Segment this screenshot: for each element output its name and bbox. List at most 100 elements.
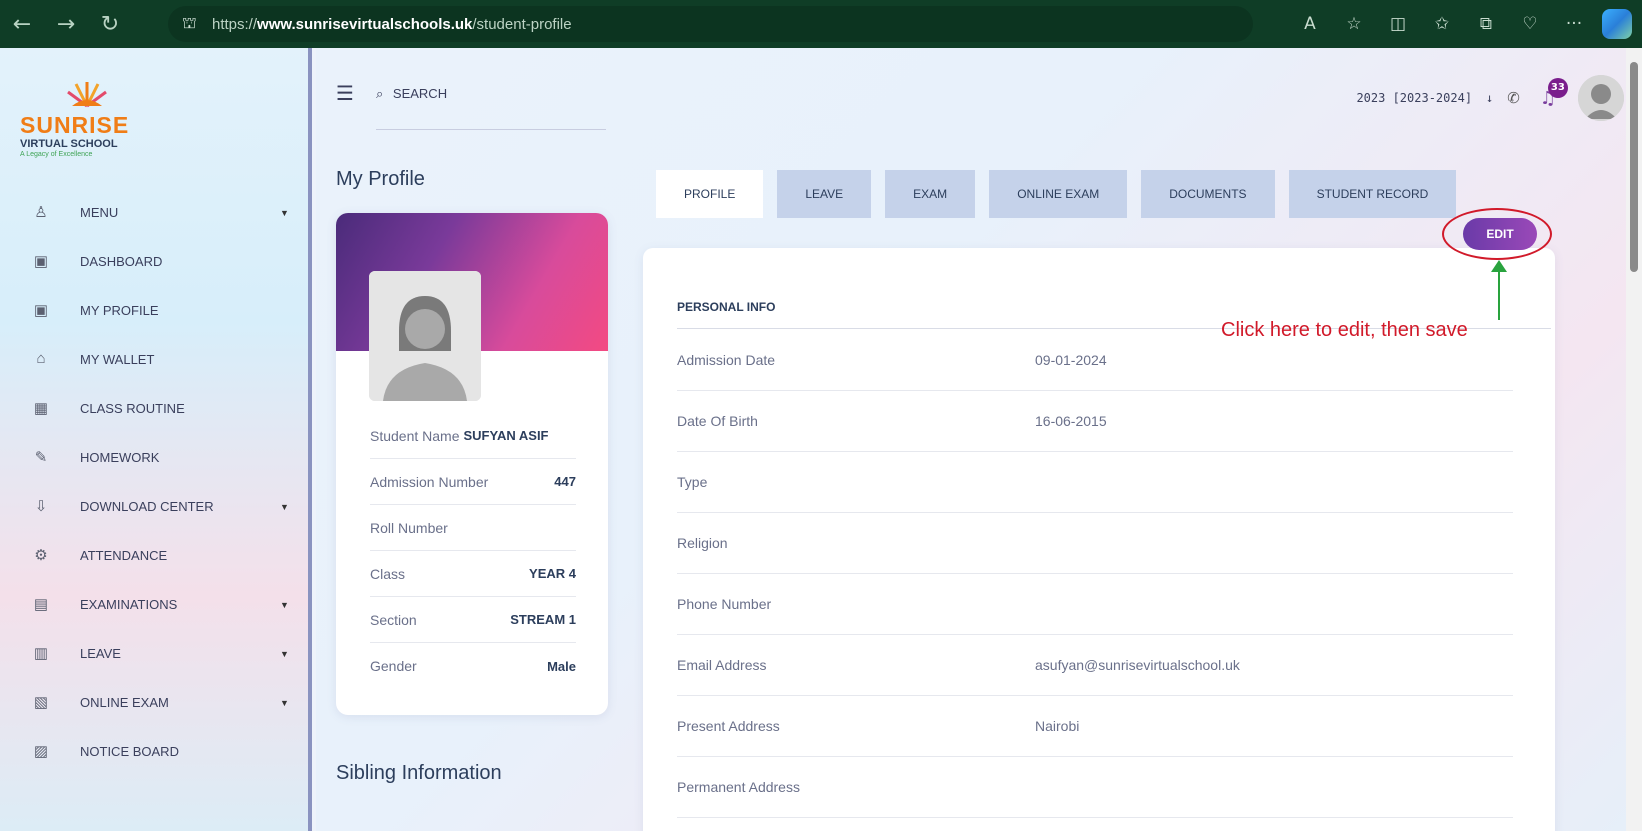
info-row-type: Type — [677, 452, 1513, 513]
sidebar-item-label: MY PROFILE — [80, 303, 159, 318]
info-label: Present Address — [677, 718, 780, 734]
scrollbar-thumb[interactable] — [1630, 62, 1638, 272]
sidebar-item-label: MENU — [80, 205, 119, 220]
refresh-icon[interactable]: ↻ — [88, 12, 132, 37]
lock-icon: ⛫ — [182, 15, 197, 32]
page-scrollbar[interactable] — [1626, 48, 1642, 831]
url-path: /student-profile — [472, 15, 572, 33]
academic-session-select[interactable]: 2023 [2023-2024] — [1356, 91, 1472, 105]
student-name-value: SUFYAN ASIF — [463, 428, 549, 443]
session-arrow-icon[interactable]: ↓ — [1486, 91, 1493, 105]
school-logo[interactable]: SUNRISE VIRTUAL SCHOOL A Legacy of Excel… — [20, 78, 160, 158]
student-silhouette-icon — [369, 271, 481, 401]
extensions-icon[interactable]: ♡ — [1508, 14, 1552, 34]
tab-documents[interactable]: DOCUMENTS — [1141, 170, 1275, 218]
annotation-text: Click here to edit, then save — [1221, 319, 1468, 341]
info-label: Phone Number — [677, 596, 772, 612]
user-avatar[interactable] — [1578, 75, 1624, 121]
sidebar-item-label: ATTENDANCE — [80, 548, 168, 563]
hamburger-menu-icon[interactable]: ☰ — [336, 81, 354, 105]
search-bar[interactable]: ⌕ SEARCH — [376, 86, 606, 130]
profile-tabs: PROFILE LEAVE EXAM ONLINE EXAM DOCUMENTS… — [656, 170, 1457, 218]
caret-down-icon: ▼ — [280, 207, 289, 218]
sidebar-item-label: ONLINE EXAM — [80, 695, 169, 710]
homework-icon: ✎ — [34, 448, 48, 466]
forward-icon[interactable]: → — [44, 12, 88, 37]
user-menu-icon: ♙ — [34, 203, 48, 221]
sidebar-item-class-routine[interactable]: ▦ CLASS ROUTINE — [0, 384, 312, 433]
gender-row: Gender Male — [370, 643, 576, 689]
favorites-icon[interactable]: ✩ — [1420, 14, 1464, 34]
logo-title: SUNRISE — [20, 112, 130, 138]
info-label: Date Of Birth — [677, 413, 758, 429]
info-row-phone-number: Phone Number — [677, 574, 1513, 635]
tab-student-record[interactable]: STUDENT RECORD — [1288, 170, 1457, 218]
notification-bell-icon[interactable]: ♫ 33 — [1540, 77, 1568, 109]
search-label: SEARCH — [392, 86, 448, 101]
sidebar-item-attendance[interactable]: ⚙ ATTENDANCE — [0, 531, 312, 580]
sidebar-item-my-profile[interactable]: ▣ MY PROFILE — [0, 286, 312, 335]
info-row-religion: Religion — [677, 513, 1513, 574]
sidebar-item-menu[interactable]: ♙ MENU ▼ — [0, 188, 312, 237]
address-bar[interactable]: ⛫ https://www.sunrisevirtualschools.uk/s… — [168, 6, 1253, 42]
sidebar-item-download-center[interactable]: ⇩ DOWNLOAD CENTER ▼ — [0, 482, 312, 531]
more-icon[interactable]: ··· — [1552, 14, 1596, 34]
info-label: Admission Date — [677, 352, 776, 368]
collections-icon[interactable]: ⧉ — [1464, 14, 1508, 34]
admission-number-value: 447 — [554, 474, 576, 489]
calendar-icon: ▦ — [33, 399, 49, 417]
attendance-icon: ⚙ — [34, 546, 48, 564]
sidebar-item-label: MY WALLET — [80, 352, 155, 367]
info-value: 16-06-2015 — [1035, 413, 1107, 429]
sidebar-item-notice-board[interactable]: ▨ NOTICE BOARD — [0, 727, 312, 776]
info-row-date-of-birth: Date Of Birth 16-06-2015 — [677, 391, 1513, 452]
sidebar-item-label: NOTICE BOARD — [80, 744, 179, 759]
sidebar-item-examinations[interactable]: ▤ EXAMINATIONS ▼ — [0, 580, 312, 629]
tab-online-exam[interactable]: ONLINE EXAM — [989, 170, 1128, 218]
split-screen-icon[interactable]: ◫ — [1376, 14, 1420, 34]
sidebar-item-label: DASHBOARD — [80, 254, 163, 269]
search-icon: ⌕ — [376, 86, 384, 101]
tab-profile[interactable]: PROFILE — [656, 170, 764, 218]
whatsapp-icon[interactable]: ✆ — [1507, 89, 1520, 107]
sidebar-item-dashboard[interactable]: ▣ DASHBOARD — [0, 237, 312, 286]
info-label: Religion — [677, 535, 728, 551]
sidebar-item-homework[interactable]: ✎ HOMEWORK — [0, 433, 312, 482]
online-exam-icon: ▧ — [33, 693, 49, 711]
gender-label: Gender — [370, 658, 417, 674]
sidebar-item-label: LEAVE — [80, 646, 121, 661]
logo-subtitle: VIRTUAL SCHOOL — [20, 138, 118, 150]
caret-down-icon: ▼ — [280, 697, 289, 708]
admission-number-row: Admission Number 447 — [370, 459, 576, 505]
sidebar-item-leave[interactable]: ▥ LEAVE ▼ — [0, 629, 312, 678]
section-value: STREAM 1 — [510, 612, 576, 627]
favorite-star-icon[interactable]: ☆ — [1332, 14, 1376, 34]
info-value: asufyan@sunrisevirtualschool.uk — [1035, 657, 1240, 673]
browser-toolbar: ← → ↻ ⛫ https://www.sunrisevirtualschool… — [0, 0, 1642, 48]
tab-leave[interactable]: LEAVE — [777, 170, 872, 218]
back-icon[interactable]: ← — [0, 12, 44, 37]
page-title: My Profile — [336, 168, 425, 190]
sidebar-item-my-wallet[interactable]: ⌂ MY WALLET — [0, 335, 312, 384]
copilot-icon[interactable] — [1602, 9, 1632, 39]
class-value: YEAR 4 — [529, 566, 576, 581]
profile-card: Student Name SUFYAN ASIF Admission Numbe… — [336, 213, 608, 715]
download-icon: ⇩ — [34, 497, 48, 515]
wallet-icon: ⌂ — [36, 349, 46, 367]
roll-number-row: Roll Number — [370, 505, 576, 551]
sidebar: SUNRISE VIRTUAL SCHOOL A Legacy of Excel… — [0, 48, 312, 831]
class-row: Class YEAR 4 — [370, 551, 576, 597]
tab-exam[interactable]: EXAM — [885, 170, 976, 218]
section-row: Section STREAM 1 — [370, 597, 576, 643]
read-aloud-icon[interactable]: A — [1288, 14, 1332, 34]
info-value: Nairobi — [1035, 718, 1080, 734]
sidebar-item-online-exam[interactable]: ▧ ONLINE EXAM ▼ — [0, 678, 312, 727]
annotation-circle — [1442, 208, 1552, 260]
info-label: Email Address — [677, 657, 767, 673]
caret-down-icon: ▼ — [280, 599, 289, 610]
caret-down-icon: ▼ — [280, 648, 289, 659]
info-row-email-address: Email Address asufyan@sunrisevirtualscho… — [677, 635, 1513, 696]
student-name-label: Student Name — [370, 427, 460, 444]
section-label: Section — [370, 611, 417, 628]
roll-number-label: Roll Number — [370, 519, 448, 536]
